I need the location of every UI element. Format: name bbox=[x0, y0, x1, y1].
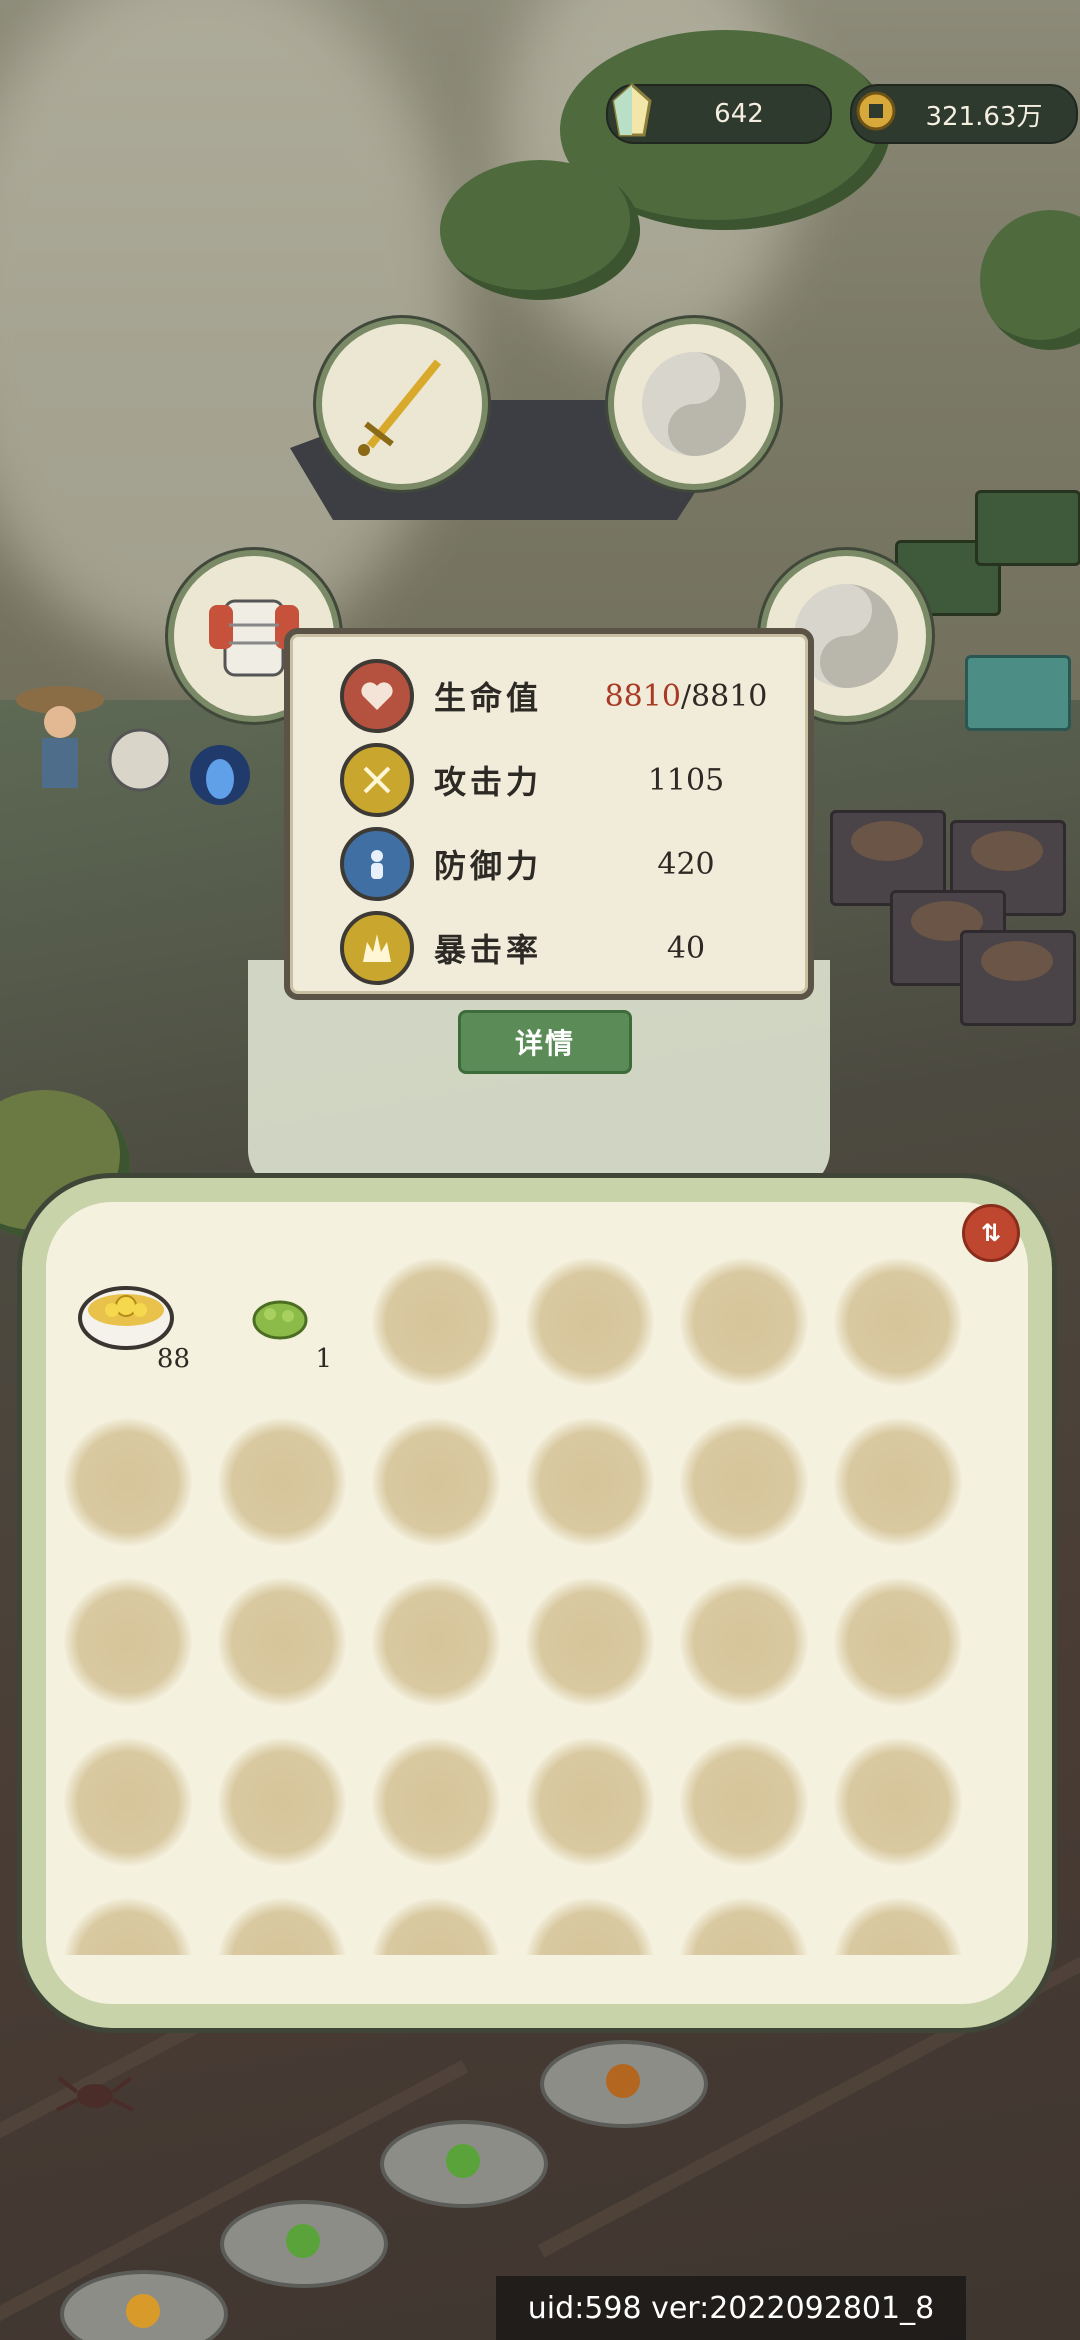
inventory-slot[interactable] bbox=[372, 1738, 500, 1866]
inventory-slot[interactable] bbox=[680, 1418, 808, 1546]
inventory-slot[interactable] bbox=[834, 1578, 962, 1706]
inventory-slot[interactable]: 1 bbox=[218, 1258, 346, 1386]
stats-panel: 生命值 8810/8810 攻击力 1105 防御力 420 暴击率 40 bbox=[284, 628, 814, 1000]
gem-counter[interactable]: 642 bbox=[606, 83, 832, 144]
inventory-slot[interactable]: 88 bbox=[64, 1258, 192, 1386]
inventory-slot[interactable] bbox=[834, 1418, 962, 1546]
stat-row-attack: 攻击力 1105 bbox=[340, 743, 768, 817]
item-count: 1 bbox=[315, 1344, 332, 1374]
stat-label: 防御力 bbox=[434, 847, 543, 885]
inventory-slot[interactable] bbox=[526, 1258, 654, 1386]
stat-row-hp: 生命值 8810/8810 bbox=[340, 659, 768, 733]
heart-icon bbox=[340, 659, 414, 733]
inventory-slot[interactable] bbox=[526, 1578, 654, 1706]
spider-critter bbox=[56, 2076, 134, 2112]
inventory-slot[interactable] bbox=[64, 1418, 192, 1546]
inventory-slot[interactable] bbox=[372, 1898, 500, 1955]
altar bbox=[540, 2040, 708, 2128]
inventory-slot[interactable] bbox=[834, 1898, 962, 1955]
inventory-slot[interactable] bbox=[680, 1578, 808, 1706]
crystal-icon bbox=[604, 80, 660, 142]
stat-value: 40 bbox=[666, 930, 706, 966]
inventory-slot[interactable] bbox=[680, 1738, 808, 1866]
stat-label: 生命值 bbox=[434, 679, 543, 717]
inventory-slot[interactable] bbox=[218, 1738, 346, 1866]
inventory-slot[interactable] bbox=[64, 1738, 192, 1866]
inventory-slot[interactable] bbox=[834, 1738, 962, 1866]
altar bbox=[220, 2200, 388, 2288]
inventory-slot[interactable] bbox=[64, 1898, 192, 1955]
inventory-slot[interactable] bbox=[372, 1578, 500, 1706]
inventory-slot[interactable] bbox=[834, 1258, 962, 1386]
stat-value: 420 bbox=[657, 846, 715, 882]
inventory-slot[interactable] bbox=[526, 1738, 654, 1866]
inventory-slot[interactable] bbox=[372, 1418, 500, 1546]
inventory-slot[interactable] bbox=[64, 1578, 192, 1706]
empty-slot[interactable] bbox=[608, 318, 780, 490]
inventory-grid: 88 1 bbox=[60, 1250, 1020, 1955]
swords-icon bbox=[340, 743, 414, 817]
version-label: uid:598 ver:2022092801_8 bbox=[496, 2276, 966, 2340]
inventory-slot[interactable] bbox=[526, 1898, 654, 1955]
inventory-slot[interactable] bbox=[680, 1898, 808, 1955]
pine-tree bbox=[440, 160, 640, 300]
coin-icon bbox=[848, 80, 904, 142]
gem-amount: 642 bbox=[714, 99, 764, 129]
inventory-slot[interactable] bbox=[218, 1418, 346, 1546]
inventory-slot[interactable] bbox=[526, 1418, 654, 1546]
chest bbox=[965, 655, 1071, 731]
item-count: 88 bbox=[156, 1344, 190, 1374]
stat-row-crit: 暴击率 40 bbox=[340, 911, 768, 985]
stat-label: 攻击力 bbox=[434, 763, 543, 801]
coin-amount: 321.63万 bbox=[925, 101, 1043, 132]
stat-value: 1105 bbox=[647, 762, 725, 798]
inventory-slot[interactable] bbox=[218, 1578, 346, 1706]
detail-button[interactable]: 详情 bbox=[458, 1010, 632, 1074]
sword-icon bbox=[358, 359, 442, 456]
merchant-npc bbox=[16, 686, 170, 792]
inventory-slot[interactable] bbox=[680, 1258, 808, 1386]
crate bbox=[975, 490, 1080, 566]
stat-value: 8810/8810 bbox=[604, 678, 768, 714]
altar bbox=[380, 2120, 548, 2208]
blue-flame-lantern bbox=[190, 745, 250, 805]
weapon-slot[interactable] bbox=[316, 318, 488, 490]
person-shield-icon bbox=[340, 827, 414, 901]
stove bbox=[960, 930, 1076, 1026]
inventory-slot[interactable] bbox=[372, 1258, 500, 1386]
crit-flame-icon bbox=[340, 911, 414, 985]
inventory-slot[interactable] bbox=[218, 1898, 346, 1955]
stat-row-defense: 防御力 420 bbox=[340, 827, 768, 901]
coin-counter[interactable]: 321.63万 bbox=[850, 84, 1078, 144]
stat-label: 暴击率 bbox=[434, 931, 543, 969]
yin-yang-icon bbox=[642, 352, 746, 456]
